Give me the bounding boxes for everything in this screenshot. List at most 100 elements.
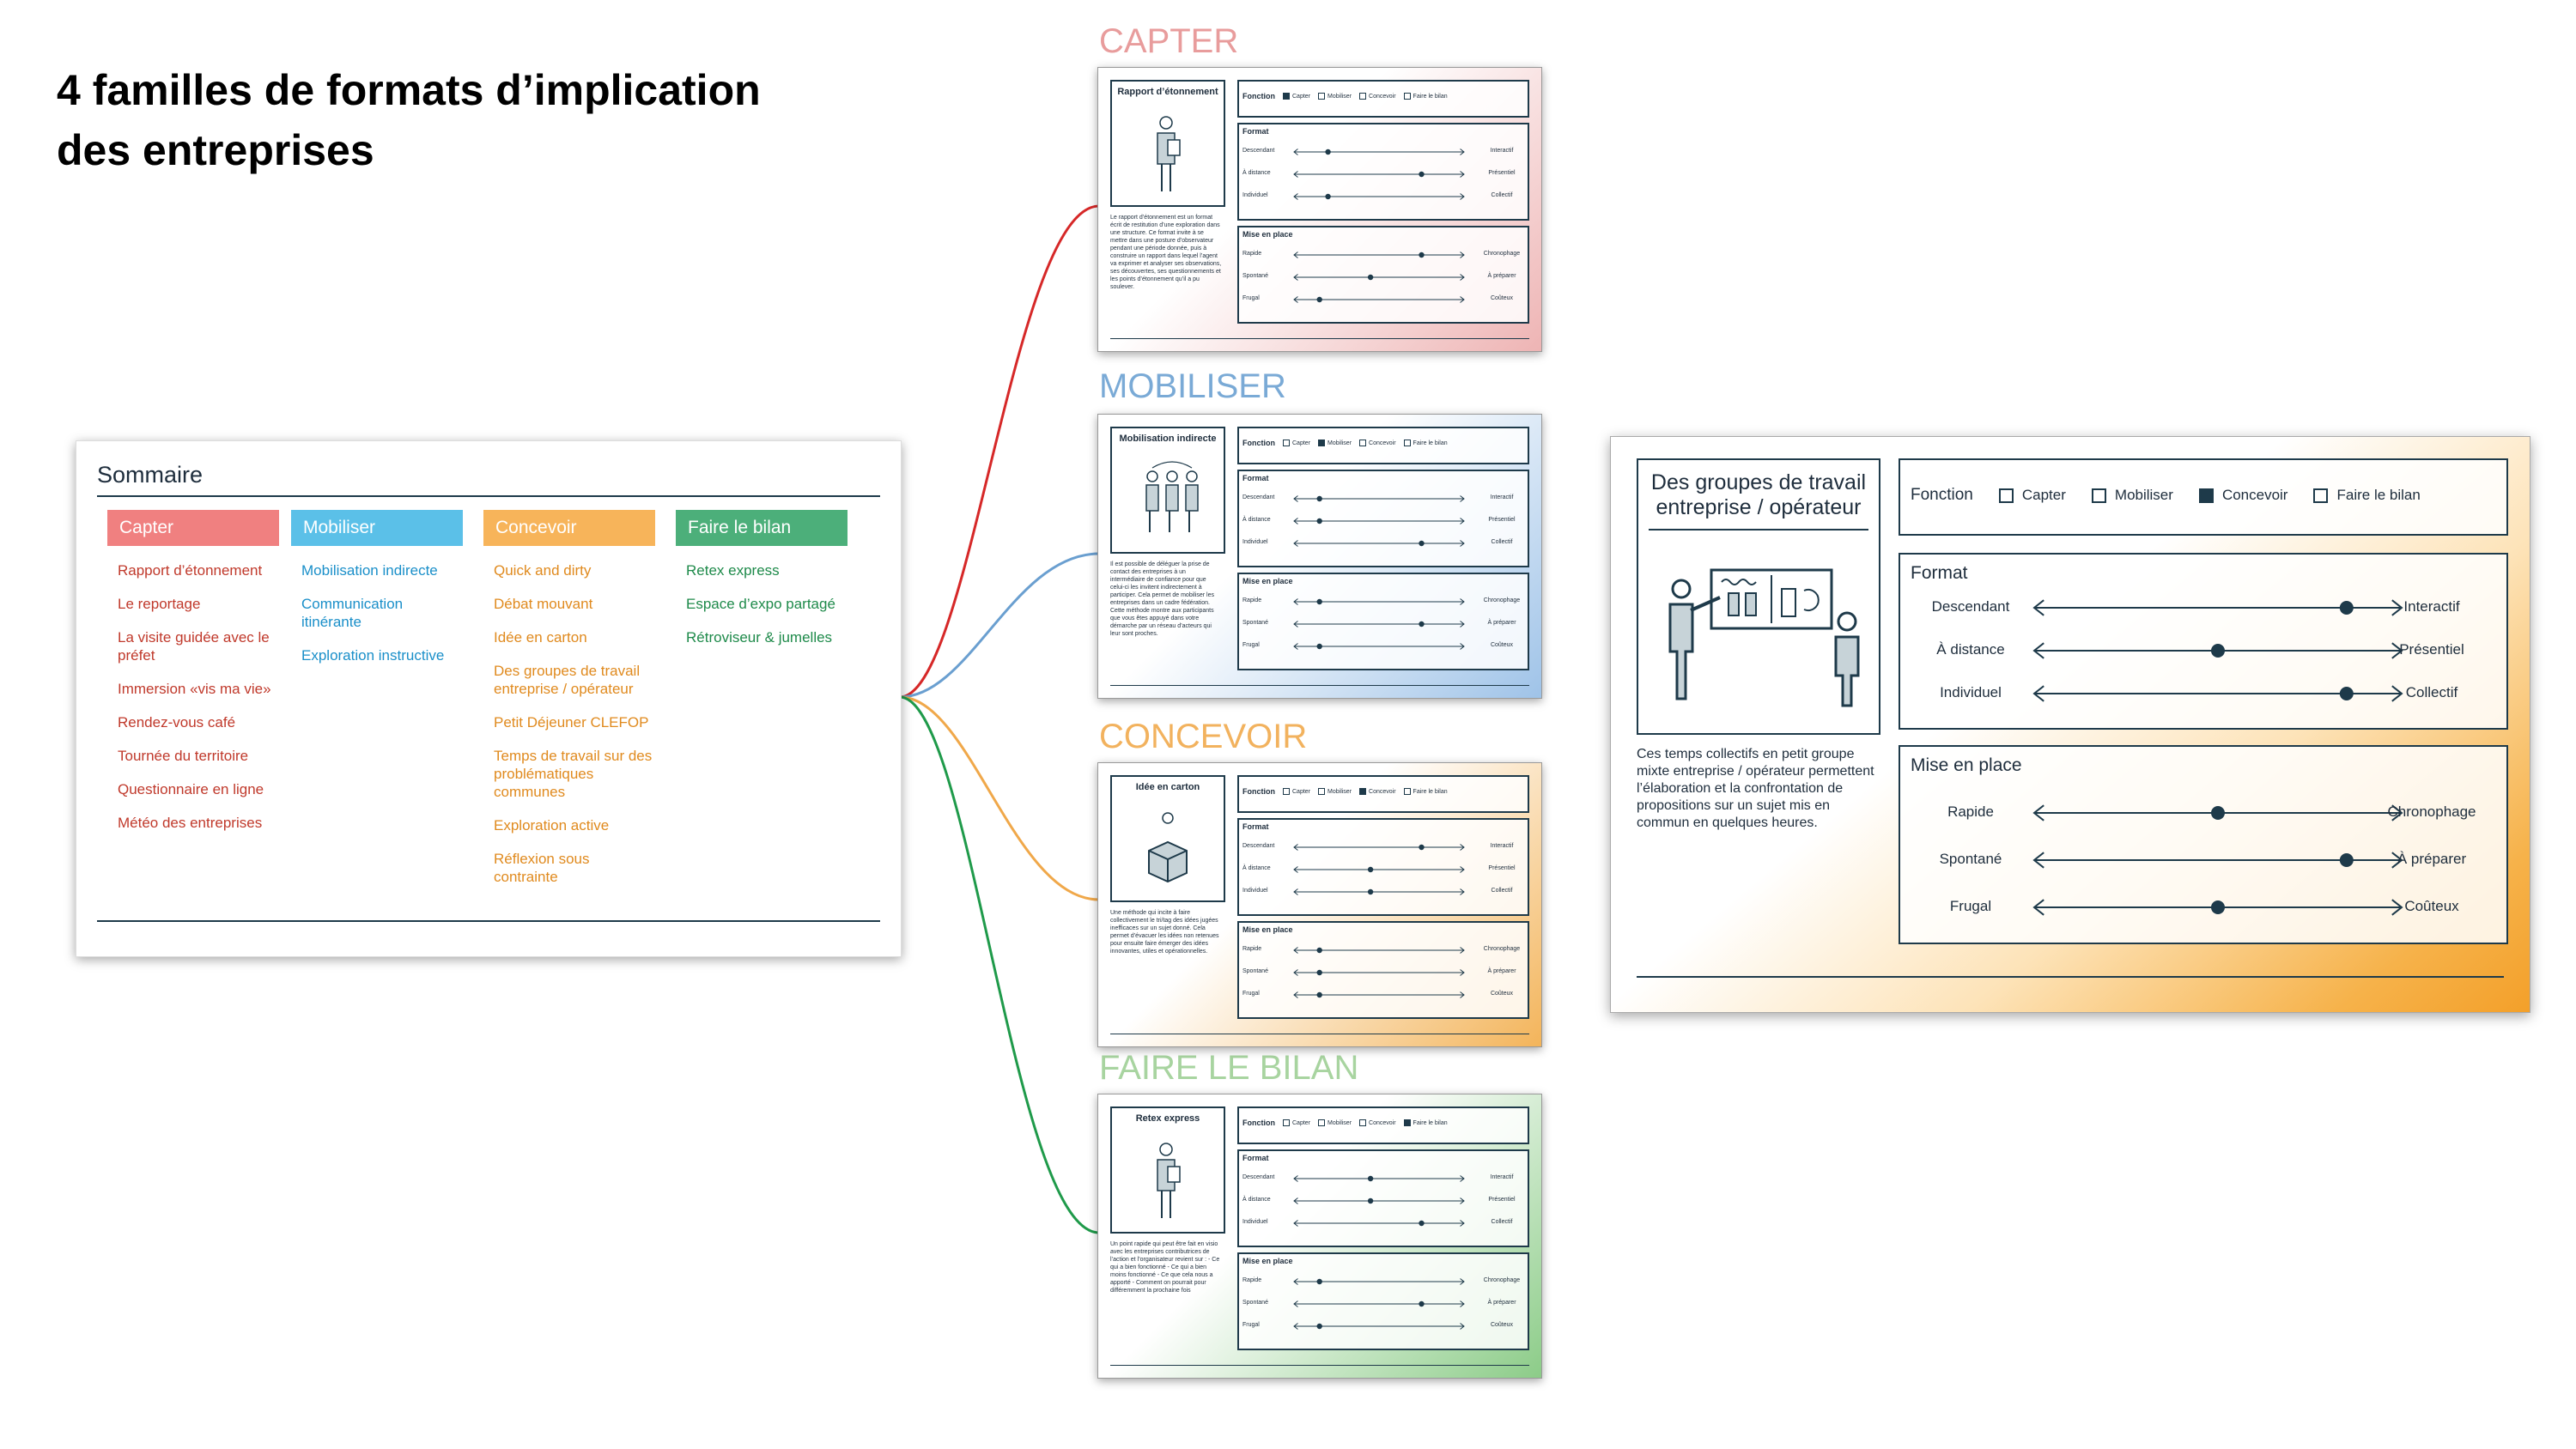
family-label-mobiliser: MOBILISER [1099,367,1286,405]
checkbox[interactable] [1998,488,2014,503]
format-box: Format Descendant Interactif À distance Pré… [1899,553,2508,730]
slider-marker [1316,1278,1322,1285]
sommaire-list: Quick and dirty Débat mouvant Idée en cart… [483,561,655,886]
mise-en-place-box: Mise en place Rapide Chronophage Spontané À… [1899,745,2508,944]
format-card-faire-le-bilan[interactable]: Retex express Un point rapide qui peut êt… [1097,1094,1542,1379]
slider-marker [2211,806,2225,820]
slider-left-label: Spontané [1242,273,1268,279]
checkbox[interactable] [1318,440,1326,446]
slider-right-label: À préparer [1487,620,1516,626]
slider-right-label: À préparer [1487,273,1516,279]
checkbox[interactable] [1359,1119,1367,1126]
checkbox[interactable] [1403,93,1411,100]
sommaire-item[interactable]: Météo des entreprises [118,814,279,832]
function-option[interactable]: Concevoir [2198,487,2287,504]
sommaire-item[interactable]: Immersion «vis ma vie» [118,680,279,698]
function-option-label: Capter [1292,1119,1311,1126]
function-option-label: Capter [2021,487,2066,503]
sommaire-item[interactable]: Temps de travail sur des problématiques … [494,747,655,801]
checkbox[interactable] [1283,93,1290,100]
checkbox[interactable] [2091,488,2106,503]
format-card-concevoir[interactable]: Idée en carton Une méthode qui incite à f… [1097,762,1542,1047]
function-option[interactable]: Mobiliser [2091,487,2173,504]
function-option-label: Capter [1292,93,1311,100]
sommaire-item[interactable]: Réflexion sous contrainte [494,850,655,886]
sommaire-item[interactable]: Rapport d’étonnement [118,561,279,579]
sommaire-item[interactable]: Petit Déjeuner CLEFOP [494,713,655,731]
format-card-mobiliser[interactable]: Mobilisation indirecte Il est possible de… [1097,414,1542,699]
sommaire-item[interactable]: Le reportage [118,595,279,613]
slider-track [1293,1175,1465,1182]
sommaire-item[interactable]: Des groupes de travail entreprise / opér… [494,662,655,698]
sommaire-item[interactable]: Tournée du territoire [118,747,279,765]
sommaire-item[interactable]: Rétroviseur & jumelles [686,628,848,646]
checkbox[interactable] [1359,440,1367,446]
sommaire-header[interactable]: Faire le bilan [676,510,848,546]
slider-right-label: Coûteux [1490,642,1514,648]
function-option-label: Capter [1292,440,1311,446]
checkbox[interactable] [1403,440,1411,446]
slider-left-label: Spontané [1242,620,1268,626]
slider-track [1293,947,1465,954]
slider-track [1293,888,1465,895]
function-option[interactable]: Capter [1998,487,2066,504]
family-label-concevoir: CONCEVOIR [1099,718,1308,755]
slider-left-label: Individuel [1242,1219,1268,1225]
sommaire-item[interactable]: Communication itinérante [301,595,463,631]
sommaire-item[interactable]: La visite guidée avec le préfet [118,628,279,664]
mise-en-place-box: Mise en place Rapide Chronophage Spontané À … [1237,573,1529,670]
slider-marker [2339,687,2354,700]
checkbox[interactable] [1283,1119,1290,1126]
checkbox[interactable] [2198,488,2214,503]
slider-track [1293,518,1465,524]
sommaire-item[interactable]: Quick and dirty [494,561,655,579]
function-option-label: Faire le bilan [2336,487,2421,503]
checkbox[interactable] [2313,488,2329,503]
checkbox[interactable] [1359,93,1367,100]
checkbox[interactable] [1403,1119,1411,1126]
slider-left-label: Frugal [1242,1322,1260,1328]
checkbox[interactable] [1283,440,1290,446]
function-option[interactable]: Faire le bilan [2313,487,2421,504]
slider-marker [2211,644,2225,658]
section-title: Format [1242,822,1269,831]
slider-marker [2339,601,2354,615]
slider-track [1293,149,1465,155]
sommaire-item[interactable]: Espace d’expo partagé [686,595,848,613]
family-label-faire-le-bilan: FAIRE LE BILAN [1099,1049,1359,1087]
format-title: Format [1911,563,1968,583]
slider-left-label: Rapide [1947,803,1994,820]
slider-right-label: Chronophage [1483,597,1521,603]
format-card-capter[interactable]: Rapport d’étonnement Le rapport d’étonnem… [1097,67,1542,352]
checkbox[interactable] [1318,1119,1326,1126]
sommaire-item[interactable]: Exploration active [494,816,655,834]
slider-row: À distance Présentiel [1900,638,2506,664]
divider [1110,1365,1529,1366]
checkbox[interactable] [1318,93,1326,100]
sommaire-item[interactable]: Rendez-vous café [118,713,279,731]
checkbox[interactable] [1283,788,1290,795]
sommaire-header[interactable]: Mobiliser [291,510,463,546]
slider-left-label: Descendant [1242,1174,1275,1180]
slider-marker [1367,274,1374,281]
sommaire-header[interactable]: Concevoir [483,510,655,546]
card-description: Une méthode qui incite à faire collectiv… [1110,910,1219,955]
sommaire-item[interactable]: Débat mouvant [494,595,655,613]
checkbox[interactable] [1403,788,1411,795]
sommaire-item[interactable]: Exploration instructive [301,646,463,664]
divider [1110,685,1529,686]
sommaire-item[interactable]: Retex express [686,561,848,579]
checkbox[interactable] [1359,788,1367,795]
slider-marker [1325,149,1331,155]
sommaire-header[interactable]: Capter [107,510,279,546]
function-box: Fonction Capter Mobiliser Concevoir Faire le… [1237,80,1529,118]
sommaire-item[interactable]: Questionnaire en ligne [118,780,279,798]
slider-track [1293,540,1465,547]
slider-right-label: Présentiel [1488,170,1516,176]
section-title: Format [1242,474,1269,482]
sommaire-item[interactable]: Idée en carton [494,628,655,646]
slider-right-label: À préparer [2397,851,2467,867]
sommaire-list: Rapport d’étonnement Le reportage La visit… [107,561,279,832]
sommaire-item[interactable]: Mobilisation indirecte [301,561,463,579]
checkbox[interactable] [1318,788,1326,795]
